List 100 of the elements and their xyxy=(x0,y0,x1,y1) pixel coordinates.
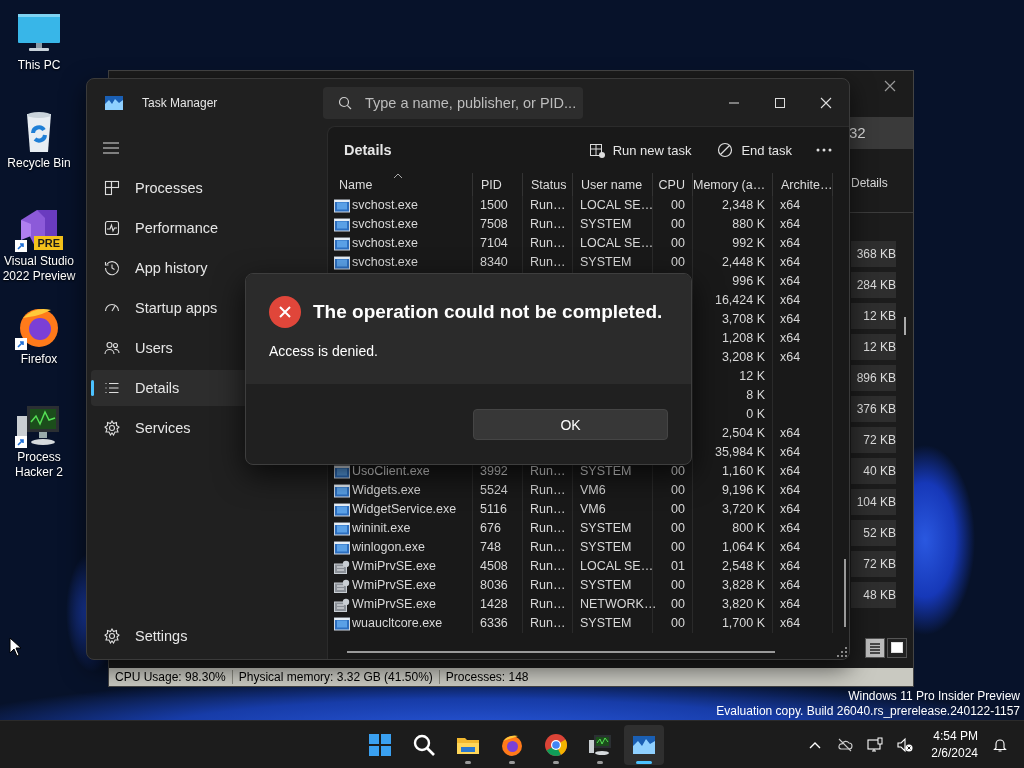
table-cell: 00 xyxy=(653,576,693,595)
table-cell: SYSTEM xyxy=(573,215,653,234)
table-cell: 996 K xyxy=(693,272,773,291)
window-icon xyxy=(334,236,350,251)
table-cell: 6336 xyxy=(473,614,523,633)
table-cell: 01 xyxy=(653,557,693,576)
window-icon xyxy=(334,521,350,536)
table-cell: Run… xyxy=(523,595,573,614)
size-cell: 376 KB xyxy=(851,396,896,422)
evaluation-text: Evaluation copy. Build 26040.rs_prerelease.240122-1157 xyxy=(716,704,1020,719)
column-header[interactable]: CPU xyxy=(653,173,693,196)
table-cell-text: winlogon.exe xyxy=(352,539,425,556)
tile-view-icon xyxy=(889,640,905,656)
network-icon[interactable] xyxy=(867,736,884,753)
gear-icon xyxy=(104,420,120,436)
column-header[interactable]: Memory (a… xyxy=(693,173,773,196)
window-icon xyxy=(334,616,350,631)
table-cell: SYSTEM xyxy=(573,614,653,633)
column-header[interactable]: Archite… xyxy=(773,173,833,196)
gear-window-icon xyxy=(334,559,350,574)
column-header[interactable]: Status xyxy=(523,173,573,196)
size-cell: 896 KB xyxy=(851,365,896,391)
table-cell: SYSTEM xyxy=(573,538,653,557)
sidebar-item[interactable]: Processes xyxy=(91,170,323,206)
run-task-button[interactable]: Run new task xyxy=(577,134,703,166)
size-cell: 48 KB xyxy=(851,582,896,608)
table-cell: x64 xyxy=(773,557,833,576)
sidebar-item[interactable]: Settings xyxy=(91,618,323,654)
table-cell: 2,448 K xyxy=(693,253,773,272)
table-cell: 00 xyxy=(653,481,693,500)
window-icon xyxy=(334,483,350,498)
table-cell: x64 xyxy=(773,576,833,595)
sidebar-item[interactable]: App history xyxy=(91,250,323,286)
graph-logo-icon xyxy=(105,95,123,110)
table-cell-text: WmiPrvSE.exe xyxy=(352,558,437,575)
close-icon xyxy=(819,96,832,109)
gear-window-icon xyxy=(334,597,350,612)
status-text: Physical memory: 3.32 GB (41.50%) xyxy=(231,670,439,684)
cloud-off-icon[interactable] xyxy=(837,736,854,753)
table-cell: Run… xyxy=(523,196,573,215)
search-field[interactable]: 32 xyxy=(847,117,913,149)
table-cell: 1,208 K xyxy=(693,329,773,348)
maximize-icon xyxy=(773,96,786,109)
desktop-icon-label: This PC xyxy=(17,58,61,73)
scrollbar[interactable] xyxy=(904,317,906,335)
users-icon xyxy=(104,340,120,356)
table-cell: 16,424 K xyxy=(693,291,773,310)
ok-button[interactable]: OK xyxy=(473,409,668,440)
clock-time[interactable]: 4:54 PM xyxy=(933,727,978,745)
sidebar-item[interactable]: Performance xyxy=(91,210,323,246)
column-header[interactable]: User name xyxy=(573,173,653,196)
table-cell: 800 K xyxy=(693,519,773,538)
table-cell: x64 xyxy=(773,481,833,500)
table-cell: 2,348 K xyxy=(693,196,773,215)
table-cell: Run… xyxy=(523,614,573,633)
gear-icon xyxy=(104,628,120,644)
table-cell: 3,720 K xyxy=(693,500,773,519)
table-cell-text: UsoClient.exe xyxy=(352,463,430,480)
size-cell: 72 KB xyxy=(851,427,896,453)
table-cell: x64 xyxy=(773,310,833,329)
scrollbar[interactable] xyxy=(844,559,846,627)
column-header[interactable]: Name xyxy=(331,173,473,196)
table-cell-text: WidgetService.exe xyxy=(352,501,457,518)
table-cell: x64 xyxy=(773,443,833,462)
table-cell: 2,548 K xyxy=(693,557,773,576)
table-cell: Run… xyxy=(523,253,573,272)
table-cell: SYSTEM xyxy=(573,576,653,595)
page-title: Details xyxy=(344,142,392,158)
table-cell: x64 xyxy=(773,329,833,348)
table-cell: x64 xyxy=(773,348,833,367)
bell-icon[interactable] xyxy=(992,736,1008,753)
search-field[interactable]: Type a name, publisher, or PID... xyxy=(323,86,583,119)
menu-icon xyxy=(103,142,119,154)
view-button[interactable] xyxy=(887,638,907,658)
table-cell-text: WmiPrvSE.exe xyxy=(352,577,437,594)
scrollbar[interactable] xyxy=(347,651,775,653)
taskbar-button[interactable] xyxy=(624,724,664,765)
table-cell: 7508 xyxy=(473,215,523,234)
table-cell: 00 xyxy=(653,253,693,272)
circle-slash-icon xyxy=(717,142,734,158)
table-cell: 00 xyxy=(653,614,693,633)
table-cell: VM6 xyxy=(573,481,653,500)
window-icon xyxy=(334,502,350,517)
clock-date[interactable]: 2/6/2024 xyxy=(931,744,978,762)
muted-speaker-icon[interactable] xyxy=(897,736,914,753)
table-cell: 3,708 K xyxy=(693,310,773,329)
desktop-icon-label: Process Hacker 2 xyxy=(14,450,64,480)
column-header[interactable]: PID xyxy=(473,173,523,196)
size-cell: 72 KB xyxy=(851,551,896,577)
table-cell: LOCAL SE… xyxy=(573,234,653,253)
end-task-button[interactable]: End task xyxy=(706,134,803,166)
shortcut-arrow-icon xyxy=(15,338,27,350)
tab[interactable]: Details xyxy=(849,174,913,191)
table-cell: x64 xyxy=(773,538,833,557)
window-icon xyxy=(334,198,350,213)
desktop-icon-label: Visual Studio 2022 Preview xyxy=(1,254,77,284)
window-icon xyxy=(334,255,350,270)
table-cell: x64 xyxy=(773,424,833,443)
table-cell-text: svchost.exe xyxy=(352,216,418,233)
table-cell: 1,064 K xyxy=(693,538,773,557)
